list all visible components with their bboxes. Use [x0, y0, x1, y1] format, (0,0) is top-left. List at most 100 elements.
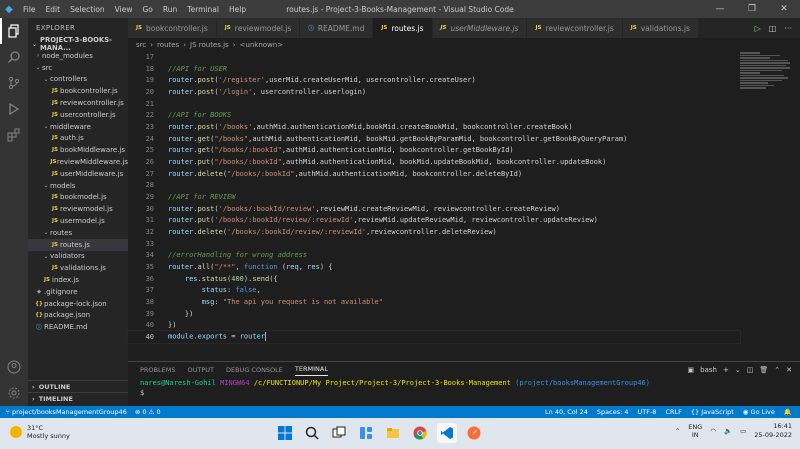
- file-explorer-icon[interactable]: [383, 423, 403, 443]
- code-line[interactable]: 36 res.status(400).send({: [128, 273, 740, 285]
- account-icon[interactable]: [0, 354, 28, 380]
- tree-item[interactable]: JS usermodel.js: [28, 215, 128, 227]
- language-mode[interactable]: {} JavaScript: [691, 408, 734, 416]
- extensions-icon[interactable]: [0, 122, 28, 148]
- tree-item[interactable]: JS reviewMiddleware.js: [28, 156, 128, 168]
- tab-routes-js[interactable]: JS routes.js: [373, 18, 433, 38]
- menu-file[interactable]: File: [18, 5, 41, 14]
- tree-item[interactable]: JS reviewmodel.js: [28, 203, 128, 215]
- maximize-icon[interactable]: ❐: [736, 0, 768, 18]
- notifications-icon[interactable]: 🔔: [784, 408, 792, 416]
- explorer-icon[interactable]: [0, 18, 28, 44]
- tab-usermiddleware-js[interactable]: JS userMiddleware.js: [432, 18, 528, 38]
- tree-item[interactable]: JS bookcontroller.js: [28, 85, 128, 97]
- breadcrumb-file[interactable]: JS routes.js: [190, 41, 229, 49]
- tree-item[interactable]: JS userMiddleware.js: [28, 168, 128, 180]
- tab-bookcontroller-js[interactable]: JS bookcontroller.js: [128, 18, 217, 38]
- minimap[interactable]: [740, 51, 792, 121]
- code-line[interactable]: 38 msg: "The api you request is not avai…: [128, 296, 740, 308]
- tree-item[interactable]: ◆ .gitignore: [28, 286, 128, 298]
- indentation[interactable]: Spaces: 4: [597, 408, 629, 416]
- code-line[interactable]: 24 router.get("/books",authMid.authentica…: [128, 133, 740, 145]
- code-line[interactable]: 27 router.delete("/books/:bookId",authMid…: [128, 168, 740, 180]
- outline-section[interactable]: › OUTLINE: [28, 380, 128, 392]
- tree-item[interactable]: {} package-lock.json: [28, 298, 128, 310]
- tab-terminal[interactable]: TERMINAL: [294, 365, 328, 376]
- branch-status[interactable]: ⑂ project/booksManagementGroup46: [6, 408, 127, 416]
- tab-reviewmodel-js[interactable]: JS reviewmodel.js: [216, 18, 301, 38]
- run-debug-icon[interactable]: [0, 96, 28, 122]
- menu-run[interactable]: Run: [158, 5, 182, 14]
- tree-item[interactable]: JS index.js: [28, 274, 128, 286]
- maximize-panel-icon[interactable]: ⌃: [774, 366, 780, 374]
- go-live-button[interactable]: ◉ Go Live: [743, 408, 775, 416]
- tree-item[interactable]: ⌄ src: [28, 62, 128, 74]
- code-line[interactable]: 26 router.put("/books/:bookId",authMid.au…: [128, 156, 740, 168]
- weather-widget[interactable]: 31°C Mostly sunny: [10, 424, 70, 440]
- tab-validations-js[interactable]: JS validations.js: [622, 18, 699, 38]
- encoding[interactable]: UTF-8: [638, 408, 657, 416]
- chevron-down-icon[interactable]: ⌄: [735, 366, 741, 374]
- clock[interactable]: 16:41 25-09-2022: [754, 422, 792, 440]
- code-line[interactable]: 37 status: false,: [128, 284, 740, 296]
- postman-icon[interactable]: [464, 423, 484, 443]
- code-line[interactable]: 31 router.put('/books/:bookId/review/:rev…: [128, 214, 740, 226]
- task-view-icon[interactable]: [329, 423, 349, 443]
- code-line[interactable]: 29//API for REVIEW: [128, 191, 740, 203]
- breadcrumb-symbol[interactable]: <unknown>: [240, 41, 284, 49]
- close-panel-icon[interactable]: ✕: [786, 366, 792, 374]
- code-line[interactable]: 20 router.post('/login', usercontroller.u…: [128, 86, 740, 98]
- widgets-icon[interactable]: [356, 423, 376, 443]
- chevron-up-icon[interactable]: ⌃: [675, 427, 680, 435]
- gear-icon[interactable]: [0, 380, 28, 406]
- tree-item[interactable]: JS reviewcontroller.js: [28, 97, 128, 109]
- menu-help[interactable]: Help: [224, 5, 251, 14]
- code-line[interactable]: 22//API for BOOKS: [128, 109, 740, 121]
- menu-edit[interactable]: Edit: [41, 5, 66, 14]
- menu-view[interactable]: View: [110, 5, 138, 14]
- tab-readme-md[interactable]: ⓘ README.md: [300, 18, 374, 38]
- wifi-icon[interactable]: ◠: [710, 427, 716, 435]
- code-line[interactable]: 32 router.delete('/books/:bookId/review/:…: [128, 226, 740, 238]
- code-line[interactable]: 35 router.all("/**", function (req, res) …: [128, 261, 740, 273]
- breadcrumb-routes[interactable]: routes: [157, 41, 179, 49]
- tab-reviewcontroller-js[interactable]: JS reviewcontroller.js: [527, 18, 623, 38]
- tree-item[interactable]: JS validations.js: [28, 262, 128, 274]
- source-control-icon[interactable]: [0, 70, 28, 96]
- tree-item[interactable]: JS usercontroller.js: [28, 109, 128, 121]
- code-line[interactable]: 30 router.post('/books/:bookId/review',re…: [128, 203, 740, 215]
- code-line[interactable]: 34//errorHandling for wrong address: [128, 249, 740, 261]
- battery-icon[interactable]: ▭: [740, 427, 746, 435]
- terminal-output[interactable]: nares@Naresh-Gohil MINGW64 /c/FUNCTIONUP…: [128, 378, 800, 398]
- code-line[interactable]: 40}): [128, 319, 740, 331]
- trash-icon[interactable]: 🗑: [759, 366, 768, 374]
- tree-item[interactable]: ⌄ controllers: [28, 74, 128, 86]
- search-icon[interactable]: [0, 44, 28, 70]
- windows-start-icon[interactable]: [275, 423, 295, 443]
- menu-terminal[interactable]: Terminal: [182, 5, 224, 14]
- tree-item[interactable]: ⌄ middleware: [28, 121, 128, 133]
- tree-item[interactable]: ⓘ README.md: [28, 321, 128, 333]
- new-terminal-icon[interactable]: +: [723, 366, 729, 374]
- run-icon[interactable]: ▷: [755, 24, 761, 33]
- tab-problems[interactable]: PROBLEMS: [140, 366, 175, 374]
- eol[interactable]: CRLF: [665, 408, 681, 416]
- more-actions-icon[interactable]: ···: [784, 24, 792, 33]
- split-editor-icon[interactable]: ◫: [769, 24, 777, 33]
- project-folder[interactable]: ⌄ PROJECT-3-BOOKS-MANA...: [28, 36, 128, 52]
- timeline-section[interactable]: › TIMELINE: [28, 392, 128, 404]
- tree-item[interactable]: ⌄ validators: [28, 251, 128, 263]
- code-line[interactable]: 25 router.get("/books/:bookId",authMid.au…: [128, 144, 740, 156]
- code-line[interactable]: 33: [128, 238, 740, 250]
- tab-output[interactable]: OUTPUT: [187, 366, 214, 374]
- split-terminal-icon[interactable]: ◫: [747, 366, 754, 374]
- vscode-taskbar-icon[interactable]: [437, 423, 457, 443]
- menu-go[interactable]: Go: [137, 5, 157, 14]
- tree-item[interactable]: JS bookMiddleware.js: [28, 144, 128, 156]
- tree-item[interactable]: JS bookmodel.js: [28, 192, 128, 204]
- code-editor[interactable]: 17 18//API for USER 19 router.post('/regist…: [127, 51, 741, 361]
- tab-debug-console[interactable]: DEBUG CONSOLE: [226, 366, 283, 374]
- volume-icon[interactable]: 🔈: [724, 427, 732, 435]
- code-line[interactable]: 23 router.post('/books',authMid.authentic…: [128, 121, 740, 133]
- problems-status[interactable]: ⊗ 0 ⚠ 0: [135, 408, 161, 416]
